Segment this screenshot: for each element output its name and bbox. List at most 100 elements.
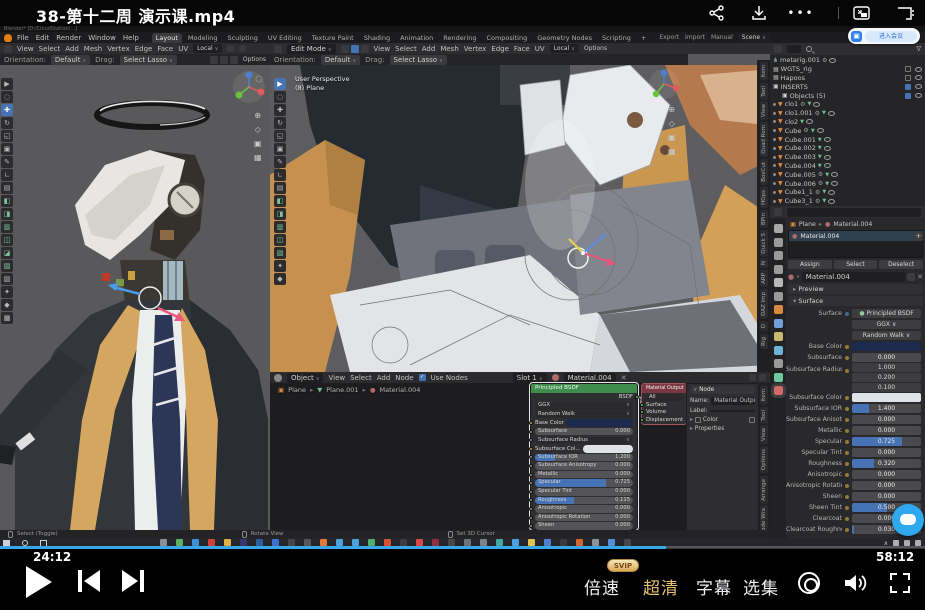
taskbar-app-icon[interactable] (368, 539, 375, 546)
breadcrumb-object[interactable]: Plane (799, 221, 816, 228)
shader-menu[interactable]: View (328, 374, 345, 382)
sidebar-tab[interactable]: Node Wra (760, 505, 768, 530)
menubar-extra-button[interactable]: Export (659, 34, 679, 41)
tool-button[interactable]: ▧ (274, 247, 286, 259)
tool-button[interactable]: ◧ (1, 195, 13, 207)
tool-button[interactable]: ◆ (274, 273, 286, 285)
tool-button[interactable]: ◌ (274, 91, 286, 103)
principled-bsdf-node[interactable]: Principled BSDF BSDF GGX∨ Random Walk∨ B… (530, 383, 638, 530)
meeting-button[interactable]: 进入会议 (865, 31, 917, 42)
property-slider[interactable]: Anisotropic 0.000 (786, 469, 925, 480)
properties-tab-icon[interactable] (774, 359, 783, 368)
visibility-eye-icon[interactable] (915, 75, 922, 80)
material-slot-list[interactable]: ●Material.004 + (788, 230, 923, 258)
fullscreen-icon[interactable] (890, 573, 910, 593)
taskbar-app-icon[interactable] (320, 539, 327, 546)
taskbar-app-icon[interactable] (592, 539, 599, 546)
viewport-menu[interactable]: Mesh (84, 45, 102, 53)
tool-button[interactable]: ↻ (274, 117, 286, 129)
outliner-row[interactable]: clo2 ⚙ ▼ (770, 118, 925, 127)
taskbar-app-icon[interactable] (240, 539, 247, 546)
input-socket[interactable] (529, 438, 533, 442)
taskbar-app-icon[interactable] (400, 539, 407, 546)
visibility-eye-icon[interactable] (828, 190, 835, 195)
taskbar-app-icon[interactable] (224, 539, 231, 546)
radius-select[interactable]: Subsurface Radius∨ (535, 437, 633, 445)
taskbar-app-icon[interactable] (528, 539, 535, 546)
viewport-menu[interactable]: View (17, 45, 34, 53)
viewport-menu[interactable]: Add (65, 45, 79, 53)
select-mode-2[interactable] (220, 56, 228, 64)
viewport-menu[interactable]: Add (422, 45, 436, 53)
taskbar-app-icon[interactable] (448, 539, 455, 546)
tool-button[interactable]: ✎ (1, 156, 13, 168)
visibility-eye-icon[interactable] (824, 155, 831, 160)
assign-button[interactable]: Assign (788, 260, 832, 269)
tool-button[interactable]: ↻ (1, 117, 13, 129)
fake-user-icon[interactable] (907, 273, 915, 281)
input-socket[interactable] (640, 403, 644, 407)
color-checkbox[interactable] (695, 417, 701, 423)
taskbar-app-icon[interactable] (256, 539, 263, 546)
radius-value-field[interactable]: 1.000 (852, 363, 921, 372)
shader-menu[interactable]: Add (377, 374, 391, 382)
outliner-row[interactable]: Cube.005 ⚙ ▼ (770, 170, 925, 179)
bsdf-output-socket[interactable] (635, 395, 639, 399)
property-slider[interactable]: Specular Tint 0.000 (786, 447, 925, 458)
episodes-button[interactable]: 选集 (743, 574, 779, 599)
sidebar-tab[interactable]: View (760, 101, 768, 120)
shader-menu[interactable]: Node (395, 374, 413, 382)
sidebar-tab[interactable]: Quick S (760, 230, 768, 257)
sidebar-tab[interactable]: View (760, 425, 768, 444)
tool-button[interactable]: ◱ (274, 130, 286, 142)
tool-button[interactable]: ◪ (1, 247, 13, 259)
menubar-extra-button[interactable]: Import (685, 34, 705, 41)
outliner-row[interactable]: Cube.002 ⚙ ▼ (770, 144, 925, 153)
search-icon[interactable] (806, 46, 812, 52)
transform-orientation[interactable]: Local∨ (550, 44, 579, 53)
visibility-eye-icon[interactable] (817, 128, 824, 133)
drag-select[interactable]: Select Lasso∨ (120, 55, 177, 65)
properties-tab-icon[interactable] (774, 332, 783, 341)
tool-button[interactable]: ▥ (1, 221, 13, 233)
progress-bar[interactable] (0, 546, 925, 549)
sidebar-tab[interactable]: DAZ Imp (760, 289, 768, 319)
radius-value-field[interactable]: 0.100 (852, 383, 921, 392)
node-slider[interactable]: Specular0.725 (531, 479, 637, 488)
viewport-menu[interactable]: Edge (135, 45, 153, 53)
shader-editor-icon[interactable] (274, 374, 282, 382)
properties-tab-icon[interactable] (774, 224, 783, 233)
properties-tab-icon[interactable] (774, 292, 783, 301)
tool-button[interactable]: ▩ (1, 312, 13, 324)
snap-icon[interactable] (749, 374, 756, 381)
outliner-row[interactable]: INSERTS ⚙ ▼ (770, 82, 925, 91)
vertex-select-icon[interactable] (341, 45, 349, 53)
tool-button[interactable]: ◫ (274, 234, 286, 246)
select-mode-1[interactable] (210, 56, 218, 64)
tool-button[interactable]: ✚ (274, 104, 286, 116)
tool-button[interactable]: ✎ (274, 156, 286, 168)
face-select-icon[interactable] (361, 45, 369, 53)
subsurface-color-swatch[interactable] (583, 445, 633, 453)
camera-view-icon[interactable]: ▣ (668, 133, 676, 142)
edge-select-icon[interactable] (351, 45, 359, 53)
sidebar-tab[interactable]: HOps (760, 187, 768, 208)
sidebar-tab[interactable]: BPin (760, 210, 768, 228)
zoom-icon[interactable]: ⊕ (668, 105, 676, 114)
tool-button[interactable]: ✚ (1, 104, 13, 116)
menubar-extra-button[interactable]: Manual (711, 34, 733, 41)
properties-tab-icon[interactable] (774, 346, 783, 355)
viewport-menu[interactable]: Select (395, 45, 417, 53)
workspace-tab[interactable]: Layout (152, 33, 182, 43)
shader-menu[interactable]: Select (350, 374, 372, 382)
input-socket[interactable] (640, 418, 644, 422)
node-slider[interactable]: Roughness0.115 (531, 496, 637, 505)
node-slider[interactable]: Subsurface IOR1.200 (531, 453, 637, 462)
output-target-select[interactable]: All (646, 394, 682, 401)
taskbar-app-icon[interactable] (352, 539, 359, 546)
editor-type-icon[interactable] (4, 45, 12, 53)
tool-button[interactable]: ▶ (274, 78, 286, 90)
share-icon[interactable] (706, 5, 728, 21)
properties-tab-icon[interactable] (774, 265, 783, 274)
menubar-menu[interactable]: Window (88, 34, 116, 42)
